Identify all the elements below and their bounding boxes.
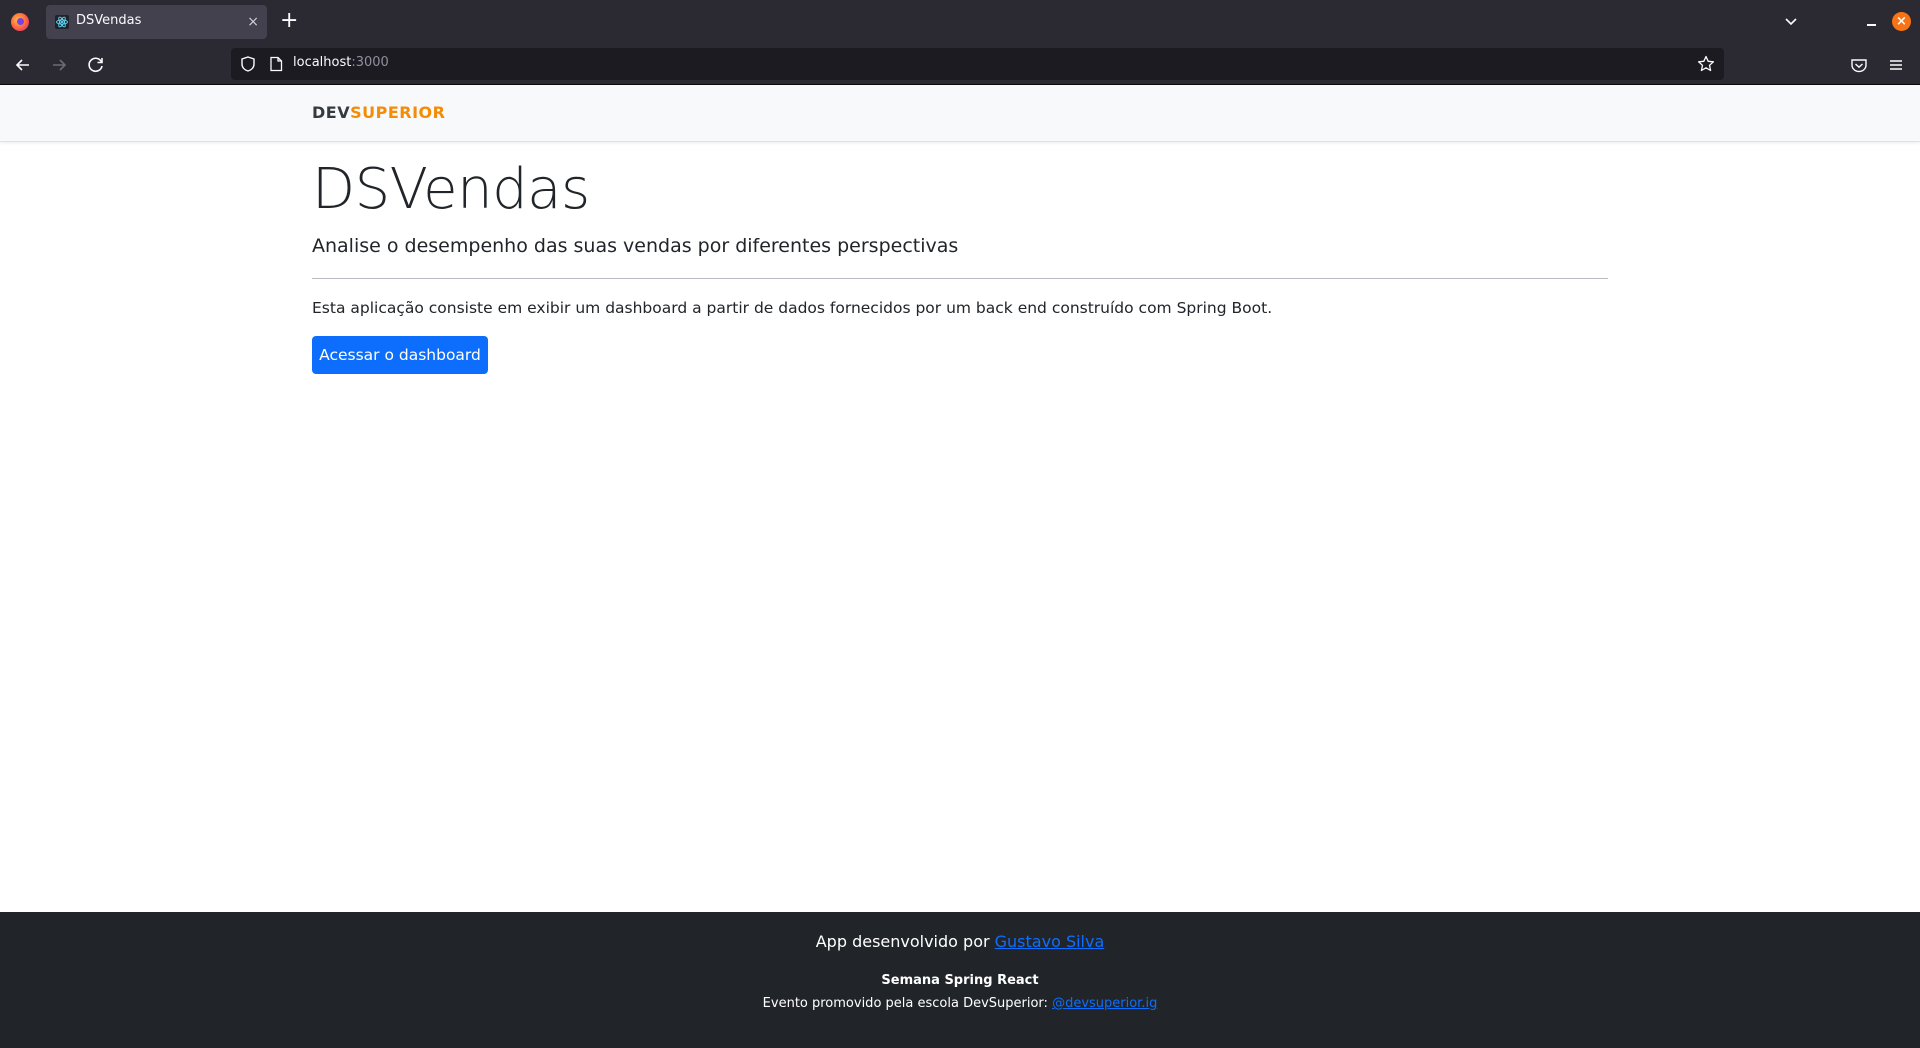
address-bar[interactable]: localhost:3000: [231, 48, 1724, 80]
url-port: :3000: [351, 55, 389, 70]
logo-superior-text: SUPERIOR: [350, 103, 446, 122]
url-host: localhost: [293, 55, 352, 70]
page-lead: Analise o desempenho das suas vendas por…: [312, 235, 959, 257]
browser-tab-active[interactable]: DSVendas ×: [46, 5, 267, 39]
divider: [312, 278, 1608, 279]
page-icon: [270, 56, 283, 72]
minimize-window-button[interactable]: [1862, 12, 1882, 32]
react-favicon-icon: [55, 15, 69, 29]
browser-nav-bar: localhost:3000: [0, 44, 1920, 85]
hamburger-menu-icon[interactable]: [1886, 55, 1906, 75]
pocket-icon[interactable]: [1849, 55, 1869, 75]
footer-credit: App desenvolvido por Gustavo Silva: [0, 932, 1920, 951]
reload-icon[interactable]: [84, 53, 108, 77]
logo-dev-text: DEV: [312, 103, 351, 122]
footer-event-promo: Evento promovido pela escola DevSuperior…: [0, 996, 1920, 1011]
site-footer: App desenvolvido por Gustavo Silva Seman…: [0, 912, 1920, 1048]
forward-arrow-icon[interactable]: [47, 53, 71, 77]
tab-close-icon[interactable]: ×: [247, 13, 259, 31]
site-header: DEVSUPERIOR: [0, 85, 1920, 142]
footer-credit-prefix: App desenvolvido por: [815, 932, 995, 951]
shield-icon[interactable]: [239, 55, 257, 73]
access-dashboard-button[interactable]: Acessar o dashboard: [312, 336, 488, 374]
tab-title: DSVendas: [76, 13, 142, 28]
chevron-down-icon[interactable]: [1783, 13, 1799, 29]
page-description: Esta aplicação consiste em exibir um das…: [312, 299, 1273, 317]
footer-event-prefix: Evento promovido pela escola DevSuperior…: [762, 996, 1053, 1011]
devsuperior-logo[interactable]: DEVSUPERIOR: [312, 103, 445, 122]
url-text[interactable]: localhost:3000: [293, 55, 389, 70]
bookmark-star-icon[interactable]: [1696, 54, 1716, 74]
back-arrow-icon[interactable]: [11, 53, 35, 77]
footer-event-title: Semana Spring React: [881, 973, 1039, 988]
close-window-button[interactable]: ×: [1892, 12, 1911, 31]
firefox-logo-icon[interactable]: [11, 13, 29, 31]
instagram-link[interactable]: @devsuperior.ig: [1052, 996, 1157, 1011]
browser-tab-bar: DSVendas × + ×: [0, 0, 1920, 44]
new-tab-button[interactable]: +: [280, 10, 298, 32]
page-title: DSVendas: [312, 157, 590, 222]
author-link[interactable]: Gustavo Silva: [995, 932, 1105, 951]
